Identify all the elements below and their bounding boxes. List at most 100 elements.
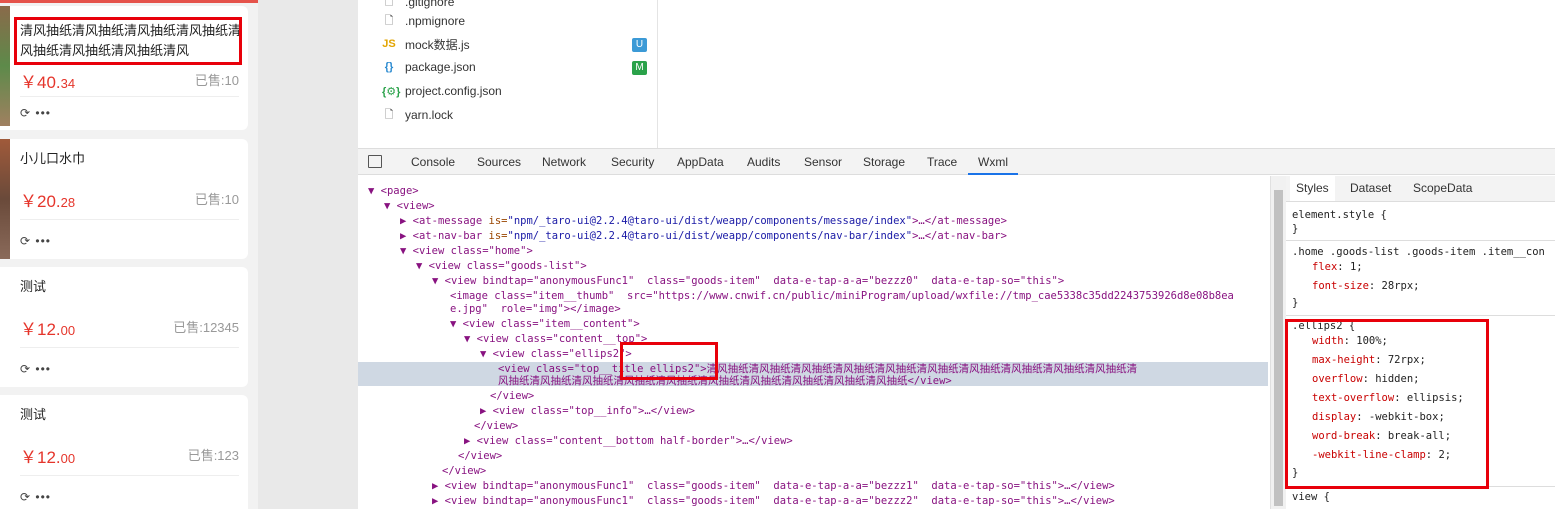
file-item[interactable]: {⚙} project.config.json — [382, 80, 502, 102]
wxml-node[interactable]: ▼ <page> — [368, 184, 419, 199]
tab-network[interactable]: Network — [542, 149, 586, 175]
more-icon[interactable]: ••• — [35, 234, 51, 248]
divider — [20, 475, 239, 476]
share-icon[interactable]: ⟳ — [20, 106, 31, 120]
js-icon: JS — [382, 38, 396, 50]
goods-title: 测试 — [20, 407, 47, 422]
file-item[interactable]: 🗋 yarn.lock — [382, 104, 453, 126]
divider — [20, 347, 239, 348]
highlight-box-class — [620, 342, 718, 380]
wxml-node[interactable]: ▼ <view class="goods-list"> — [416, 259, 587, 274]
wxml-node[interactable]: ▶ <view class="top__info">…</view> — [480, 404, 695, 419]
goods-thumb — [0, 6, 10, 126]
goods-price: ￥40.34 — [20, 73, 76, 92]
wxml-node: </view> — [442, 465, 487, 477]
wxml-node[interactable]: ▼ <view class="item__content"> — [450, 317, 640, 332]
style-prop[interactable]: flex: 1; — [1312, 258, 1363, 277]
style-prop[interactable]: font-size: 28rpx; — [1312, 277, 1419, 296]
wxml-node[interactable]: ▶ <view bindtap="anonymousFunc1" class="… — [432, 494, 1115, 509]
file-icon: 🗋 — [384, 108, 394, 121]
file-item[interactable]: JS mock数据.js — [382, 33, 469, 55]
goods-sold: 已售:123 — [187, 448, 239, 463]
goods-title: 小儿口水巾 — [20, 151, 86, 166]
tab-appdata[interactable]: AppData — [677, 149, 724, 175]
screen: 清风抽纸清风抽纸清风抽纸清风抽纸清风抽纸清风抽纸清风抽纸清风 ￥40.34 已售… — [0, 0, 1555, 509]
wxml-node[interactable]: ▶ <view class="content__bottom half-bord… — [464, 434, 793, 449]
tab-sources[interactable]: Sources — [477, 149, 521, 175]
tab-dataset[interactable]: Dataset — [1350, 176, 1391, 201]
wxml-node-wrap: e.jpg" role="img"></image> — [450, 303, 621, 315]
more-icon[interactable]: ••• — [35, 362, 51, 376]
more-icon[interactable]: ••• — [35, 106, 51, 120]
goods-item[interactable]: 测试 ￥12.00 已售:12345 ⟳ ••• — [0, 267, 248, 387]
wxml-node[interactable]: ▶ <at-nav-bar is="npm/_taro-ui@2.2.4@tar… — [400, 229, 1007, 244]
goods-thumb — [0, 139, 10, 259]
simulator-top-bar — [0, 0, 258, 3]
styles-panel: Styles Dataset ScopeData element.style {… — [1285, 176, 1555, 509]
wxml-tree: ▼ <page> ▼ <view> ▶ <at-message is="npm/… — [358, 176, 1270, 509]
tab-styles[interactable]: Styles — [1290, 176, 1335, 201]
more-icon[interactable]: ••• — [35, 490, 51, 504]
panel-separator — [258, 0, 358, 509]
editor-area — [658, 0, 1555, 148]
file-icon: 🗋 — [384, 14, 394, 27]
tab-sensor[interactable]: Sensor — [804, 149, 842, 175]
divider — [1286, 240, 1555, 241]
tab-wxml[interactable]: Wxml — [968, 149, 1018, 175]
divider — [20, 219, 239, 220]
style-rule-selector: element.style { — [1292, 209, 1387, 221]
styles-tabbar: Styles Dataset ScopeData — [1286, 176, 1555, 202]
file-item[interactable]: {} package.json — [382, 56, 476, 78]
goods-actions[interactable]: ⟳ ••• — [20, 234, 51, 248]
file-item[interactable]: 🗋 .npmignore — [382, 10, 465, 32]
tab-console[interactable]: Console — [411, 149, 455, 175]
goods-sold: 已售:10 — [194, 73, 239, 88]
wxml-node: </view> — [458, 450, 503, 462]
wxml-node: </view> — [474, 420, 519, 432]
wxml-node[interactable]: ▶ <view bindtap="anonymousFunc1" class="… — [432, 479, 1115, 494]
goods-title: 测试 — [20, 279, 47, 294]
file-tree: 🗋 .gitignore 🗋 .npmignore JS mock数据.js U {}… — [358, 0, 658, 148]
goods-price: ￥20.28 — [20, 192, 76, 211]
devtools-tabbar: Console Sources Network Security AppData… — [358, 148, 1555, 175]
json-icon: {} — [384, 61, 394, 73]
share-icon[interactable]: ⟳ — [20, 490, 31, 504]
goods-sold: 已售:12345 — [173, 320, 239, 335]
git-modified-badge: M — [632, 61, 647, 75]
goods-item[interactable]: 测试 ￥12.00 已售:123 ⟳ ••• — [0, 395, 248, 509]
wxml-node[interactable]: ▼ <view bindtap="anonymousFunc1" class="… — [432, 274, 1064, 289]
wxml-node[interactable]: ▼ <view class="home"> — [400, 244, 533, 259]
style-rule-end: } — [1292, 297, 1299, 309]
share-icon[interactable]: ⟳ — [20, 234, 31, 248]
goods-item[interactable]: 小儿口水巾 ￥20.28 已售:10 ⟳ ••• — [0, 139, 248, 259]
style-rule-selector: view { — [1292, 491, 1330, 503]
config-icon: {⚙} — [382, 85, 401, 98]
share-icon[interactable]: ⟳ — [20, 362, 31, 376]
goods-sold: 已售:10 — [194, 192, 239, 207]
goods-actions[interactable]: ⟳ ••• — [20, 106, 51, 120]
inspect-element-icon[interactable] — [368, 155, 382, 168]
scrollbar-thumb[interactable] — [1274, 190, 1283, 506]
wxml-node: </view> — [490, 390, 535, 402]
wxml-node[interactable]: ▶ <at-message is="npm/_taro-ui@2.2.4@tar… — [400, 214, 1007, 229]
goods-actions[interactable]: ⟳ ••• — [20, 490, 51, 504]
tab-trace[interactable]: Trace — [927, 149, 957, 175]
tab-security[interactable]: Security — [611, 149, 654, 175]
git-untracked-badge: U — [632, 38, 647, 52]
style-rule-end: } — [1292, 223, 1299, 235]
highlight-box-title — [14, 17, 242, 65]
divider — [20, 96, 239, 97]
divider — [1286, 315, 1555, 316]
simulator-panel: 清风抽纸清风抽纸清风抽纸清风抽纸清风抽纸清风抽纸清风抽纸清风 ￥40.34 已售… — [0, 0, 258, 509]
goods-price: ￥12.00 — [20, 320, 76, 339]
goods-actions[interactable]: ⟳ ••• — [20, 362, 51, 376]
highlight-box-ellips2 — [1285, 319, 1489, 489]
tab-audits[interactable]: Audits — [747, 149, 780, 175]
wxml-node[interactable]: ▼ <view class="ellips2"> — [480, 347, 632, 362]
goods-price: ￥12.00 — [20, 448, 76, 467]
wxml-scrollbar[interactable] — [1270, 176, 1286, 509]
wxml-node-wrap: 风抽纸清风抽纸清风抽纸清风抽纸清风抽纸清风抽纸清风抽纸清风抽纸清风抽纸清风抽纸<… — [498, 375, 952, 387]
wxml-node[interactable]: ▼ <view> — [384, 199, 435, 214]
tab-storage[interactable]: Storage — [863, 149, 905, 175]
tab-scopedata[interactable]: ScopeData — [1413, 176, 1472, 201]
